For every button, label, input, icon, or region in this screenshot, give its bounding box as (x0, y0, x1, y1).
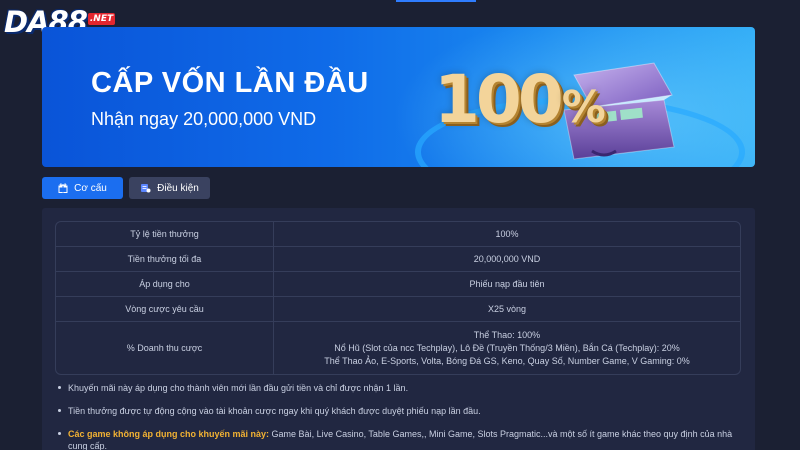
value-line: Thể Thao: 100% (473, 329, 541, 340)
note-highlight: Các game không áp dụng cho khuyến mãi nà… (68, 429, 270, 439)
promo-details-panel: Tỷ lệ tiền thưởng 100% Tiền thưởng tối đ… (42, 208, 755, 450)
row-label: Vòng cược yêu cầu (56, 297, 274, 321)
row-value: 20,000,000 VND (274, 247, 740, 271)
percent-number: 100 (434, 61, 564, 138)
banner-percent-graphic: 100% (434, 61, 606, 138)
promo-details-table: Tỷ lệ tiền thưởng 100% Tiền thưởng tối đ… (55, 221, 741, 375)
row-value: 100% (274, 222, 740, 246)
promo-banner: CẤP VỐN LẦN ĐẦU Nhận ngay 20,000,000 VND… (42, 27, 755, 167)
row-label: Tiền thưởng tối đa (56, 247, 274, 271)
table-row: Tỷ lệ tiền thưởng 100% (56, 222, 740, 247)
row-value: Phiếu nạp đầu tiên (274, 272, 740, 296)
tab-conditions[interactable]: Điều kiện (129, 177, 210, 199)
value-line: 100% (495, 228, 519, 239)
tab-conditions-label: Điều kiện (157, 182, 199, 194)
row-label: Tỷ lệ tiền thưởng (56, 222, 274, 246)
table-row: % Doanh thu cược Thể Thao: 100% Nổ Hũ (S… (56, 322, 740, 374)
value-line: Nổ Hũ (Slot của ncc Techplay), Lô Đề (Tr… (334, 342, 680, 353)
banner-subtitle: Nhận ngay 20,000,000 VND (91, 109, 317, 129)
row-label: % Doanh thu cược (56, 322, 274, 374)
document-icon (141, 184, 151, 193)
table-row: Tiền thưởng tối đa 20,000,000 VND (56, 247, 740, 272)
value-line: Phiếu nạp đầu tiên (469, 278, 545, 289)
note-item: Các game không áp dụng cho khuyến mãi nà… (57, 428, 737, 450)
note-item: Tiền thưởng được tự động cộng vào tài kh… (57, 405, 481, 417)
logo-domain-badge: .NET (87, 13, 116, 25)
tab-structure-label: Cơ cấu (74, 182, 107, 194)
value-line: X25 vòng (487, 303, 527, 314)
table-row: Áp dụng cho Phiếu nạp đầu tiên (56, 272, 740, 297)
promo-tabs: Cơ cấu Điều kiện (42, 177, 210, 199)
banner-title: CẤP VỐN LẦN ĐẦU (91, 67, 369, 99)
table-row: Vòng cược yêu cầu X25 vòng (56, 297, 740, 322)
gift-icon (58, 183, 68, 193)
value-line: Thể Thao Ảo, E-Sports, Volta, Bóng Đá GS… (324, 355, 690, 366)
note-item: Khuyến mãi này áp dụng cho thành viên mớ… (57, 382, 408, 394)
value-line: 20,000,000 VND (473, 253, 541, 264)
row-value: Thể Thao: 100% Nổ Hũ (Slot của ncc Techp… (274, 322, 740, 374)
row-value: X25 vòng (274, 297, 740, 321)
row-label: Áp dụng cho (56, 272, 274, 296)
percent-sign: % (561, 82, 606, 133)
top-nav-indicator (396, 0, 476, 2)
tab-structure[interactable]: Cơ cấu (42, 177, 123, 199)
